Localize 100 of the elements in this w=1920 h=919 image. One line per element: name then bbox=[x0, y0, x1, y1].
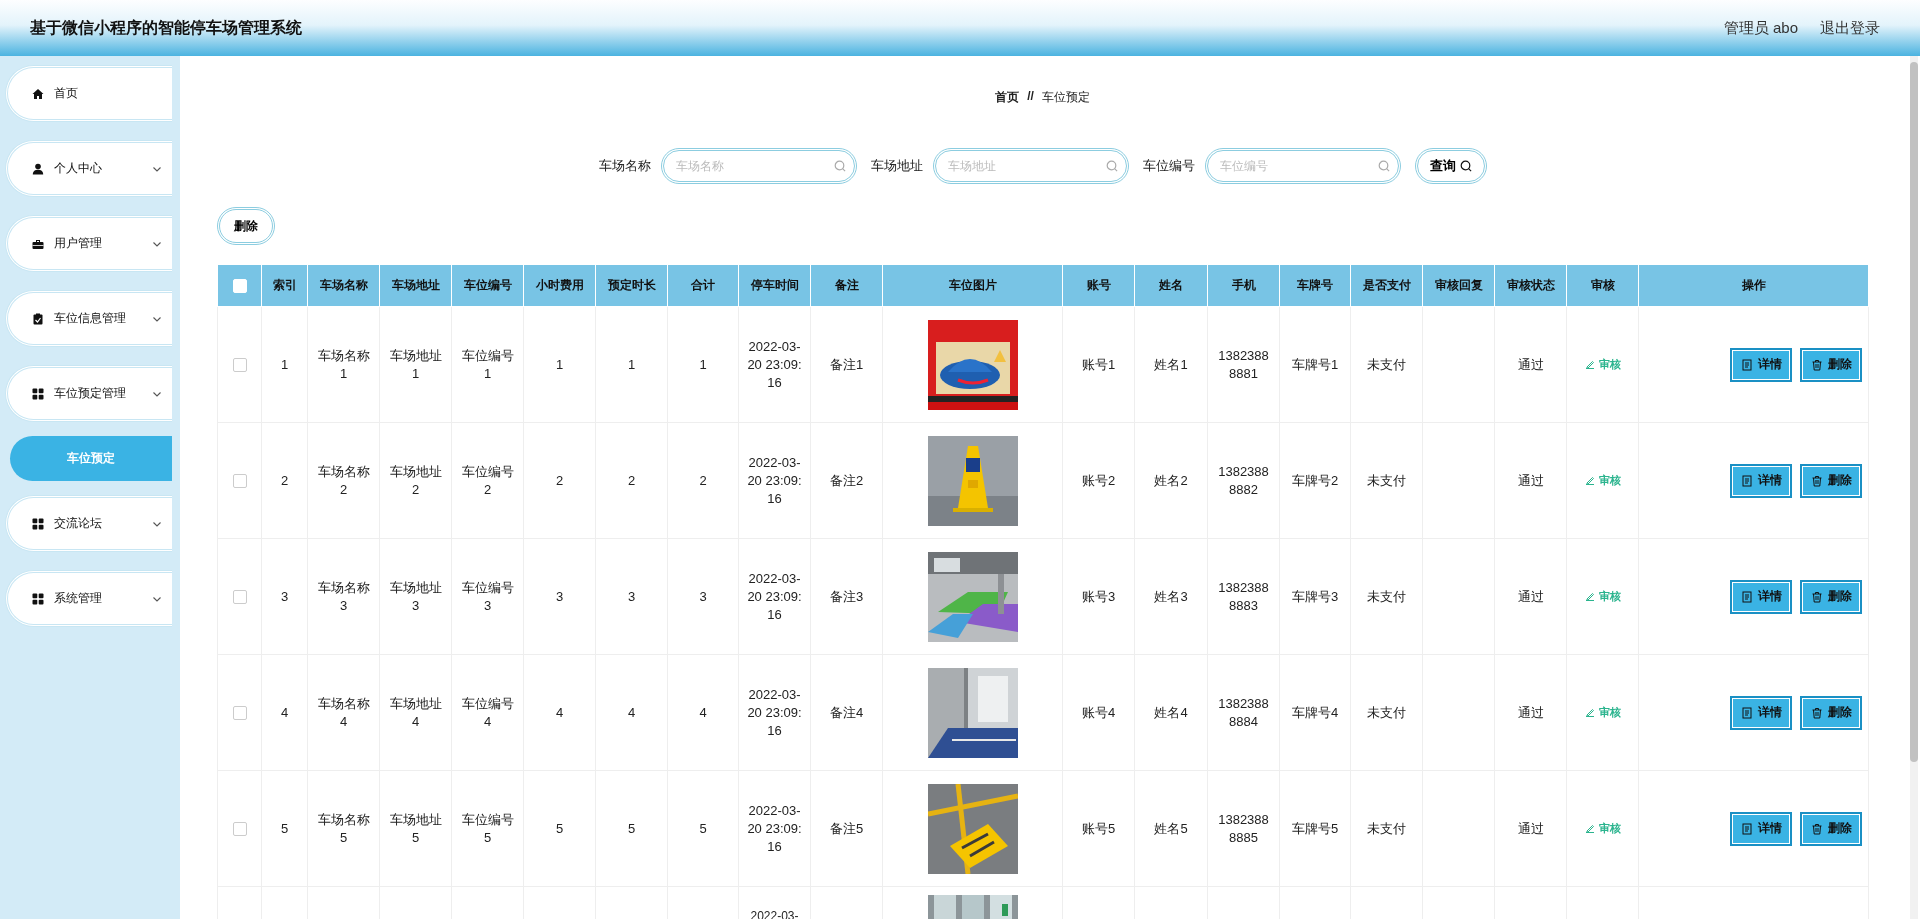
detail-button[interactable]: 详情 bbox=[1730, 463, 1792, 498]
table-cell: 13823888882 bbox=[1207, 422, 1280, 539]
delete-button[interactable]: 删除 bbox=[1800, 695, 1862, 730]
table-cell: 2 bbox=[667, 422, 739, 539]
trash-icon bbox=[1810, 358, 1823, 371]
table-cell: 姓名4 bbox=[1134, 654, 1208, 771]
table-cell: 1 bbox=[261, 306, 308, 423]
breadcrumb-separator: // bbox=[1027, 89, 1034, 104]
row-checkbox[interactable] bbox=[232, 590, 247, 605]
table-cell: 2 bbox=[523, 422, 596, 539]
table-cell: 车牌号5 bbox=[1279, 770, 1351, 887]
column-header: 审核回复 bbox=[1422, 264, 1495, 307]
detail-button[interactable]: 详情 bbox=[1730, 695, 1792, 730]
table-cell: 备注5 bbox=[810, 770, 883, 887]
table-cell: 2022-03-20 23:09:16 bbox=[738, 538, 811, 655]
select-all-checkbox[interactable] bbox=[232, 278, 247, 293]
column-header: 操作 bbox=[1638, 264, 1869, 307]
column-header: 车场名称 bbox=[307, 264, 380, 307]
search-field[interactable]: 车位编号 bbox=[1204, 148, 1401, 184]
column-header: 合计 bbox=[667, 264, 739, 307]
table-cell: 车场名称2 bbox=[307, 422, 380, 539]
table-cell: 2022-03-20 23:09:16 bbox=[738, 770, 811, 887]
scrollbar-thumb[interactable] bbox=[1910, 62, 1918, 762]
search-field[interactable]: 车场地址 bbox=[932, 148, 1129, 184]
grid-icon bbox=[32, 517, 44, 530]
sidebar-item[interactable]: 首页 bbox=[5, 65, 172, 122]
table-cell: 5 bbox=[523, 770, 596, 887]
table-cell: 姓名1 bbox=[1134, 306, 1208, 423]
table-cell: 姓名5 bbox=[1134, 770, 1208, 887]
search-button[interactable]: 查询 bbox=[1414, 148, 1487, 184]
table-cell: 5 bbox=[595, 770, 668, 887]
table-cell: 13823888881 bbox=[1207, 306, 1280, 423]
trash-icon bbox=[1810, 822, 1823, 835]
delete-button[interactable]: 删除 bbox=[217, 207, 275, 245]
column-header: 预定时长 bbox=[595, 264, 668, 307]
search-field[interactable]: 车场名称 bbox=[660, 148, 857, 184]
grid-icon bbox=[32, 592, 44, 605]
delete-button[interactable]: 删除 bbox=[1800, 811, 1862, 846]
table-cell: 车牌号2 bbox=[1279, 422, 1351, 539]
detail-button[interactable]: 详情 bbox=[1730, 347, 1792, 382]
edit-icon bbox=[1584, 707, 1595, 717]
table-cell: 车位编号2 bbox=[451, 422, 524, 539]
field-label: 车场地址 bbox=[870, 157, 923, 175]
table-cell: 3 bbox=[595, 538, 668, 655]
table-cell: 车位编号4 bbox=[451, 654, 524, 771]
edit-icon bbox=[1584, 823, 1595, 833]
table-cell: 车场名称3 bbox=[307, 538, 380, 655]
table-cell: 5 bbox=[261, 770, 308, 887]
delete-button[interactable]: 删除 bbox=[1800, 347, 1862, 382]
table-cell: 通过 bbox=[1494, 770, 1567, 887]
user-icon bbox=[32, 162, 44, 175]
sidebar-item[interactable]: 车位预定管理 bbox=[5, 365, 172, 422]
row-checkbox[interactable] bbox=[232, 474, 247, 489]
edit-icon bbox=[1584, 475, 1595, 485]
table-cell: 4 bbox=[523, 654, 596, 771]
detail-button[interactable]: 详情 bbox=[1730, 811, 1792, 846]
column-header: 审核状态 bbox=[1494, 264, 1567, 307]
sidebar-item[interactable]: 车位信息管理 bbox=[5, 290, 172, 347]
document-icon bbox=[1740, 590, 1753, 603]
table-cell: 车场地址2 bbox=[379, 422, 452, 539]
column-header: 车场地址 bbox=[379, 264, 452, 307]
table-cell: 车场名称1 bbox=[307, 306, 380, 423]
column-header: 备注 bbox=[810, 264, 883, 307]
column-header: 姓名 bbox=[1134, 264, 1208, 307]
delete-button[interactable]: 删除 bbox=[1800, 579, 1862, 614]
table-cell: 车牌号1 bbox=[1279, 306, 1351, 423]
detail-button[interactable]: 详情 bbox=[1730, 579, 1792, 614]
row-checkbox[interactable] bbox=[232, 706, 247, 721]
column-header: 车位编号 bbox=[451, 264, 524, 307]
table-cell: 2022-03-20 23:09:16 bbox=[738, 306, 811, 423]
table-cell: 车场地址3 bbox=[379, 538, 452, 655]
trash-icon bbox=[1810, 474, 1823, 487]
grid-icon bbox=[32, 387, 44, 400]
table-cell: 通过 bbox=[1494, 654, 1567, 771]
table-cell: 姓名3 bbox=[1134, 538, 1208, 655]
table-cell: 1 bbox=[595, 306, 668, 423]
table-cell: 3 bbox=[667, 538, 739, 655]
sidebar-item[interactable]: 系统管理 bbox=[5, 570, 172, 627]
table-cell: 2 bbox=[595, 422, 668, 539]
column-header: 小时费用 bbox=[523, 264, 596, 307]
table-cell: 车牌号3 bbox=[1279, 538, 1351, 655]
table-cell: 账号1 bbox=[1062, 306, 1135, 423]
table-cell: 车场名称5 bbox=[307, 770, 380, 887]
logout-link[interactable]: 退出登录 bbox=[1820, 18, 1880, 38]
sidebar-item[interactable]: 用户管理 bbox=[5, 215, 172, 272]
column-header: 手机 bbox=[1207, 264, 1280, 307]
delete-button[interactable]: 删除 bbox=[1800, 463, 1862, 498]
column-header: 审核 bbox=[1566, 264, 1639, 307]
table-cell: 车牌号4 bbox=[1279, 654, 1351, 771]
table-cell: 2022-03-20 23:09:16 bbox=[738, 654, 811, 771]
table-cell: 车位编号1 bbox=[451, 306, 524, 423]
user-label: 管理员 abo bbox=[1723, 18, 1798, 38]
row-checkbox[interactable] bbox=[232, 358, 247, 373]
scrollbar[interactable] bbox=[1910, 56, 1918, 919]
row-checkbox[interactable] bbox=[232, 822, 247, 837]
table-cell: 1 bbox=[523, 306, 596, 423]
table-cell: 账号3 bbox=[1062, 538, 1135, 655]
breadcrumb-link[interactable]: 首页 bbox=[995, 89, 1020, 104]
table-cell: 1 bbox=[667, 306, 739, 423]
table-cell: 姓名2 bbox=[1134, 422, 1208, 539]
